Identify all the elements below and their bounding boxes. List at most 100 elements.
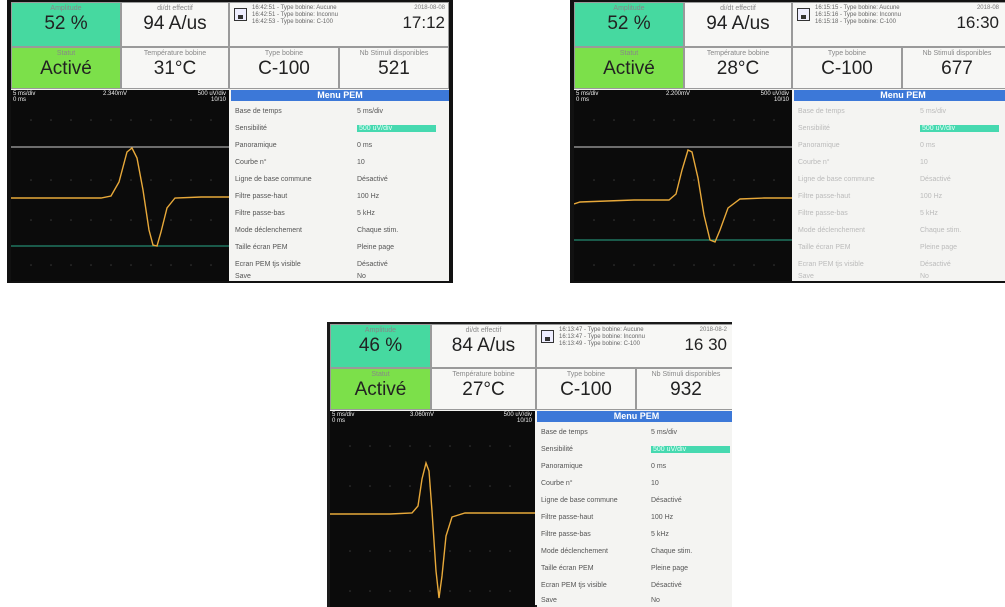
stimuli-tile: Nb Stimuli disponibles 932 xyxy=(636,368,732,410)
temperature-tile: Température bobine 28°C xyxy=(684,47,792,89)
save-icon[interactable] xyxy=(797,8,810,21)
clock: 16:30 xyxy=(956,13,999,32)
date: 2018-08-2 xyxy=(699,327,727,333)
didt-tile: di/dt effectif 84 A/us xyxy=(431,324,536,368)
type-bobine-value: C-100 xyxy=(258,58,310,79)
menu-pem-title: Menu PEM xyxy=(231,90,449,101)
stimuli-tile: Nb Stimuli disponibles 521 xyxy=(339,47,449,89)
stimuli-label: Nb Stimuli disponibles xyxy=(922,50,992,57)
stimuli-label: Nb Stimuli disponibles xyxy=(359,50,429,57)
scope-peak: 2.200mV xyxy=(666,91,691,97)
type-bobine-tile: Type bobine C-100 xyxy=(792,47,902,89)
statut-label: Statut xyxy=(619,50,639,57)
amplitude-tile[interactable]: Amplitude 52 % xyxy=(574,2,684,47)
status-bar: 16:15:15 - Type bobine: Aucune 16:15:16 … xyxy=(792,2,1005,47)
stimuli-label: Nb Stimuli disponibles xyxy=(651,371,721,378)
amplitude-value: 52 % xyxy=(44,13,88,34)
statut-value: Activé xyxy=(40,58,92,79)
scope-timebase: 5 ms/div 0 ms xyxy=(576,91,599,103)
temperature-value: 28°C xyxy=(716,58,760,79)
save-icon[interactable] xyxy=(234,8,247,21)
clock: 17:12 xyxy=(402,13,445,32)
amplitude-tile[interactable]: Amplitude 46 % xyxy=(330,324,431,368)
event-log: 16:13:47 - Type bobine: Aucune 16:13:47 … xyxy=(559,327,645,348)
mep-scope[interactable]: 5 ms/div 0 ms 2.340mV 500 uV/div 10/10 xyxy=(11,90,229,281)
scope-timebase: 5 ms/div 0 ms xyxy=(13,91,36,103)
mep-scope[interactable]: 5 ms/div 0 ms 3.060mV 500 uV/div 10/10 xyxy=(330,411,535,607)
type-bobine-tile: Type bobine C-100 xyxy=(536,368,636,410)
menu-pem: Menu PEM Base de temps 5 ms/div Sensibili… xyxy=(231,90,449,281)
scope-sensitivity: 500 uV/div 10/10 xyxy=(503,412,532,424)
amplitude-label: Amplitude xyxy=(50,5,82,12)
event-log: 16:42:51 - Type bobine: Aucune 16:42:51 … xyxy=(252,5,338,26)
stimuli-tile: Nb Stimuli disponibles 677 xyxy=(902,47,1005,89)
amplitude-label: Amplitude xyxy=(613,5,645,12)
scope-peak: 2.340mV xyxy=(103,91,128,97)
mep-trace xyxy=(330,460,535,599)
menu-pem-title: Menu PEM xyxy=(537,411,732,422)
type-bobine-value: C-100 xyxy=(560,379,612,400)
log-line: 16:13:49 - Type bobine: C-100 xyxy=(559,341,640,347)
date: 2018-08 xyxy=(976,5,999,11)
scope-plot xyxy=(574,119,792,266)
temperature-label: Température bobine xyxy=(452,371,515,378)
statut-tile[interactable]: Statut Activé xyxy=(330,368,431,410)
log-line: 16:42:51 - Type bobine: Inconnu xyxy=(252,12,338,18)
didt-label: di/dt effectif xyxy=(720,5,756,12)
statut-label: Statut xyxy=(56,50,76,57)
log-line: 16:15:16 - Type bobine: Inconnu xyxy=(815,12,901,18)
log-line: 16:42:51 - Type bobine: Aucune xyxy=(252,5,337,11)
statut-tile[interactable]: Statut Activé xyxy=(11,47,121,89)
device-screen: Amplitude 52 % di/dt effectif 94 A/us 16… xyxy=(11,2,449,281)
temperature-value: 31°C xyxy=(153,58,197,79)
menu-pem: Menu PEM Base de temps 5 ms/div Sensibili… xyxy=(794,90,1005,281)
log-line: 16:15:18 - Type bobine: C-100 xyxy=(815,19,896,25)
temperature-value: 27°C xyxy=(462,379,505,400)
date: 2018-08-08 xyxy=(414,5,445,11)
scope-plot xyxy=(11,119,229,266)
mep-scope[interactable]: 5 ms/div 0 ms 2.200mV 500 uV/div 10/10 xyxy=(574,90,792,281)
amplitude-tile[interactable]: Amplitude 52 % xyxy=(11,2,121,47)
temperature-tile: Température bobine 31°C xyxy=(121,47,229,89)
stimuli-value: 932 xyxy=(670,379,702,400)
statut-value: Activé xyxy=(354,379,407,400)
device-screen: Amplitude 52 % di/dt effectif 94 A/us 16… xyxy=(574,2,1005,281)
amplitude-value: 52 % xyxy=(607,13,651,34)
type-bobine-tile: Type bobine C-100 xyxy=(229,47,339,89)
save-icon[interactable] xyxy=(541,330,554,343)
photo-panel-2: Amplitude 52 % di/dt effectif 94 A/us 16… xyxy=(570,0,1005,283)
menu-pem: Menu PEM Base de temps 5 ms/div Sensibili… xyxy=(537,411,732,607)
stimuli-value: 521 xyxy=(378,58,410,79)
log-line: 16:15:15 - Type bobine: Aucune xyxy=(815,5,900,11)
log-line: 16:13:47 - Type bobine: Aucune xyxy=(559,327,644,333)
didt-label: di/dt effectif xyxy=(157,5,193,12)
stimuli-value: 677 xyxy=(941,58,973,79)
didt-label: di/dt effectif xyxy=(465,327,502,334)
amplitude-value: 46 % xyxy=(358,335,403,356)
mep-trace xyxy=(11,146,229,247)
mep-trace xyxy=(574,149,792,243)
type-bobine-value: C-100 xyxy=(821,58,873,79)
scope-peak: 3.060mV xyxy=(410,412,435,418)
type-bobine-label: Type bobine xyxy=(827,50,867,57)
temperature-tile: Température bobine 27°C xyxy=(431,368,536,410)
didt-tile: di/dt effectif 94 A/us xyxy=(121,2,229,47)
status-bar: 16:13:47 - Type bobine: Aucune 16:13:47 … xyxy=(536,324,732,368)
type-bobine-label: Type bobine xyxy=(264,50,304,57)
type-bobine-label: Type bobine xyxy=(566,371,606,378)
photo-panel-1: Amplitude 52 % di/dt effectif 94 A/us 16… xyxy=(7,0,453,283)
amplitude-label: Amplitude xyxy=(364,327,397,334)
scope-timebase: 5 ms/div 0 ms xyxy=(332,412,355,424)
statut-label: Statut xyxy=(371,371,390,378)
statut-tile[interactable]: Statut Activé xyxy=(574,47,684,89)
event-log: 16:15:15 - Type bobine: Aucune 16:15:16 … xyxy=(815,5,901,26)
statut-value: Activé xyxy=(603,58,655,79)
scope-sensitivity: 500 uV/div 10/10 xyxy=(197,91,226,103)
clock: 16 30 xyxy=(684,335,727,354)
temperature-label: Température bobine xyxy=(143,50,207,57)
didt-value: 94 A/us xyxy=(706,13,770,34)
didt-value: 94 A/us xyxy=(143,13,207,34)
scope-sensitivity: 500 uV/div 10/10 xyxy=(760,91,789,103)
scope-plot xyxy=(330,445,535,599)
log-line: 16:42:53 - Type bobine: C-100 xyxy=(252,19,333,25)
